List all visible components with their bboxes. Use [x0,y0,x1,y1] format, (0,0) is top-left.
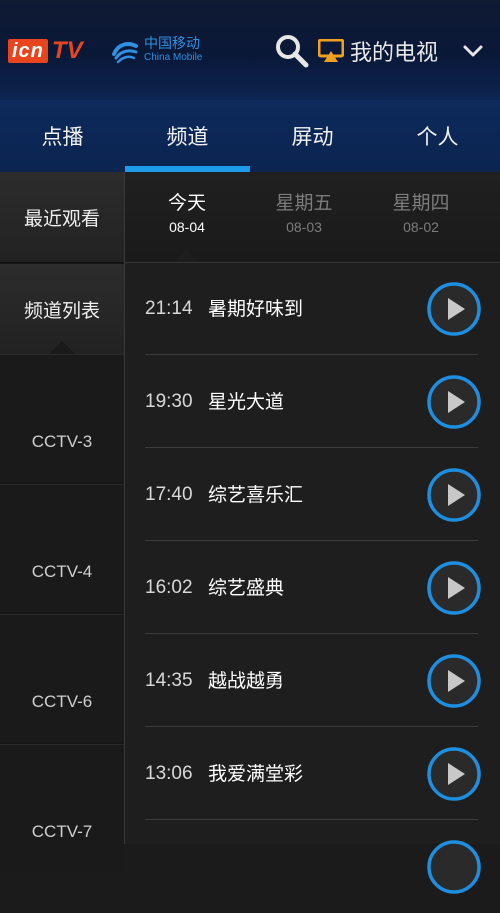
row-divider [145,726,478,727]
main-tab-bar: 点播 频道 屏动 个人 [0,100,500,172]
selection-notch [48,341,76,355]
chevron-down-icon[interactable] [462,40,484,62]
day-name: 今天 [167,192,206,214]
program-title: 越战越勇 [208,670,285,692]
program-row[interactable]: 17:40 综艺喜乐汇 [125,449,500,541]
program-time: 13:06 [145,763,193,784]
tab-label: 个人 [416,125,459,149]
tab-label: 频道 [166,125,209,149]
sidebar: 最近观看 频道列表 CCTV-3 CCTV-4 CCTV-6 CCTV-7 [0,172,125,872]
row-divider [145,354,478,355]
recent-watch-label: 最近观看 [23,207,100,230]
play-icon[interactable] [426,560,482,616]
day-tab-friday[interactable]: 星期五 08-03 [244,190,364,238]
tab-label: 屏动 [291,125,334,149]
tab-channels[interactable]: 频道 [125,100,250,172]
day-name: 星期四 [392,192,450,214]
carrier-cn: 中国移动 [144,36,200,52]
my-tv-label: 我的电视 [350,41,439,66]
row-divider [145,447,478,448]
tab-personal[interactable]: 个人 [375,100,500,172]
logo-tv-text: TV [51,37,83,64]
carrier-en: China Mobile [144,52,203,63]
china-mobile-logo: 中国移动 China Mobile [110,35,202,67]
channel-name: CCTV-7 [31,822,93,841]
channel-list-button[interactable]: 频道列表 [0,264,124,355]
tab-label: 点播 [41,125,84,149]
play-icon[interactable] [426,281,482,337]
program-row[interactable]: 21:14 暑期好味到 [125,263,500,355]
program-time: 17:40 [145,484,193,505]
my-tv-button[interactable]: 我的电视 [318,36,438,66]
tab-screen[interactable]: 屏动 [250,100,375,172]
program-row-partial[interactable] [125,821,500,913]
channel-name: CCTV-3 [31,432,93,451]
play-icon[interactable] [426,374,482,430]
program-time: 16:02 [145,577,193,598]
program-list: 21:14 暑期好味到 19:30 星光大道 17:40 综艺喜乐汇 16:02… [125,263,500,894]
day-selection-notch [174,250,198,262]
day-tab-thursday[interactable]: 星期四 08-02 [361,190,481,238]
row-divider [145,540,478,541]
day-date: 08-03 [286,219,322,235]
program-row[interactable]: 14:35 越战越勇 [125,635,500,727]
program-title: 暑期好味到 [208,298,304,320]
program-row[interactable]: 19:30 星光大道 [125,356,500,448]
play-icon[interactable] [426,653,482,709]
day-date: 08-04 [169,219,205,235]
program-title: 综艺喜乐汇 [208,484,304,506]
channel-name: CCTV-4 [31,562,93,581]
channel-item[interactable]: CCTV-7 [0,744,124,872]
row-divider [145,819,478,820]
tab-vod[interactable]: 点播 [0,100,125,172]
program-row[interactable]: 16:02 综艺盛典 [125,542,500,634]
program-title: 综艺盛典 [208,577,285,599]
channel-item[interactable]: CCTV-6 [0,614,124,742]
program-title: 我爱满堂彩 [208,763,304,785]
day-date: 08-02 [403,219,439,235]
channel-list-label: 频道列表 [23,299,100,322]
channel-name: CCTV-6 [31,692,93,711]
play-icon[interactable] [426,467,482,523]
day-tab-today[interactable]: 今天 08-04 [127,190,247,238]
play-icon[interactable] [426,839,482,895]
search-icon[interactable] [274,33,310,69]
channel-item[interactable]: CCTV-4 [0,484,124,612]
icntv-logo: icn TV [8,38,83,64]
program-time: 21:14 [145,298,193,319]
program-time: 19:30 [145,391,193,412]
app-header: icn TV 中国移动 China Mobile 我的电视 [0,0,500,100]
logo-box-text: icn [8,39,48,63]
day-name: 星期五 [275,192,333,214]
channel-item[interactable]: CCTV-3 [0,354,124,482]
play-icon[interactable] [426,746,482,802]
program-time: 14:35 [145,670,193,691]
cast-icon [318,39,344,62]
china-mobile-icon [112,42,138,64]
program-title: 星光大道 [208,391,285,413]
recent-watch-button[interactable]: 最近观看 [0,172,124,263]
row-divider [145,633,478,634]
program-row[interactable]: 13:06 我爱满堂彩 [125,728,500,820]
